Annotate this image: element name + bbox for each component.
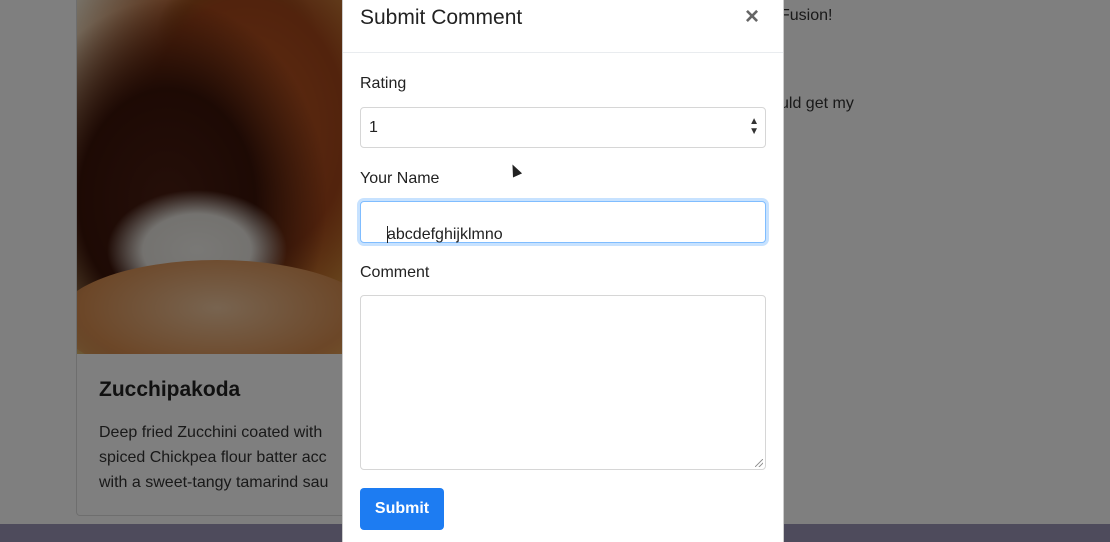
name-input-value: abcdefghijklmno <box>387 226 503 243</box>
submit-button[interactable]: Submit <box>360 488 444 530</box>
submit-comment-modal: Submit Comment × Rating 1 ▲ ▼ Your Name a… <box>342 0 784 542</box>
rating-selected-value: 1 <box>369 119 378 136</box>
name-input[interactable]: abcdefghijklmno <box>360 201 766 243</box>
comment-label: Comment <box>360 264 430 281</box>
select-arrows-icon: ▲ ▼ <box>749 116 759 137</box>
resize-grip-icon[interactable] <box>755 459 763 467</box>
text-caret <box>387 226 388 243</box>
comment-textarea[interactable] <box>360 295 766 470</box>
rating-select[interactable]: 1 ▲ ▼ <box>360 107 766 148</box>
name-label: Your Name <box>360 170 440 187</box>
modal-title: Submit Comment <box>360 6 523 29</box>
close-icon[interactable]: × <box>745 3 759 31</box>
modal-header: Submit Comment × <box>343 0 783 53</box>
rating-label: Rating <box>360 75 407 92</box>
